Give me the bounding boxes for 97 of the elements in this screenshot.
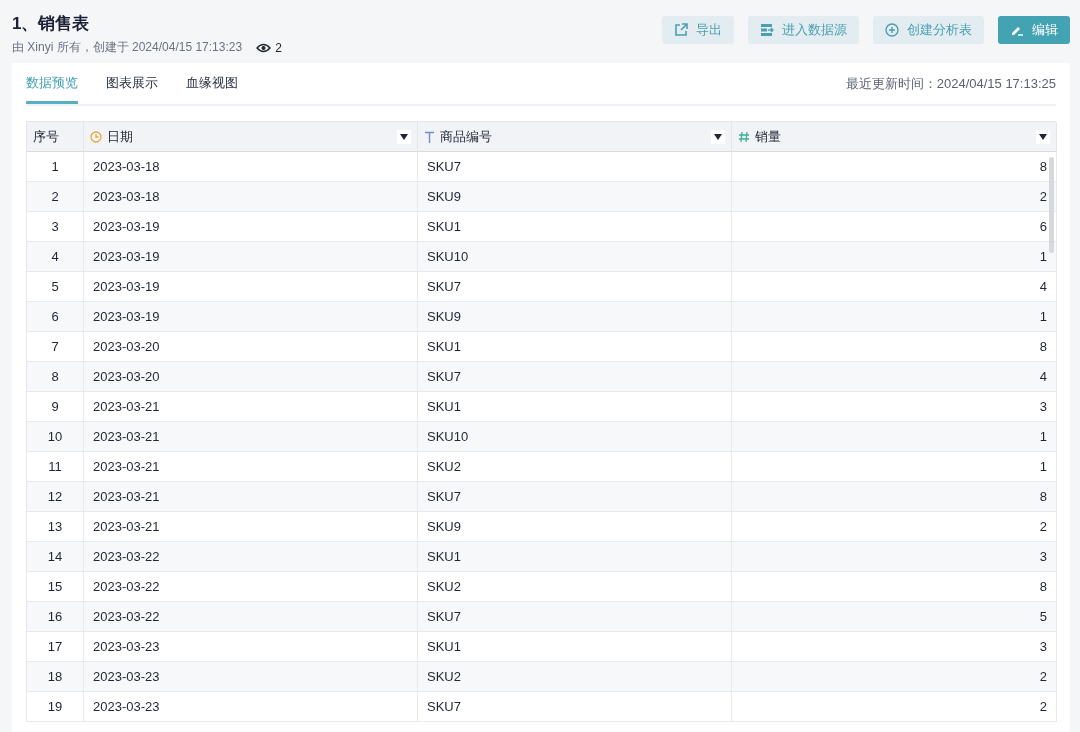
table-cell: 2023-03-18 bbox=[84, 152, 418, 182]
column-header[interactable]: 序号 bbox=[27, 122, 84, 152]
clock-icon bbox=[90, 130, 102, 143]
table-cell: 12 bbox=[27, 482, 84, 512]
table-cell: 2023-03-21 bbox=[84, 422, 418, 452]
last-updated: 最近更新时间：2024/04/15 17:13:25 bbox=[845, 74, 1056, 93]
table-cell: 2023-03-18 bbox=[84, 182, 418, 212]
table-cell: 2 bbox=[732, 512, 1057, 542]
table-cell: SKU10 bbox=[418, 422, 732, 452]
table-cell: 3 bbox=[732, 542, 1057, 572]
table-cell: 8 bbox=[732, 482, 1057, 512]
table-cell: SKU7 bbox=[418, 152, 732, 182]
table-cell: SKU1 bbox=[418, 542, 732, 572]
table-cell: 2023-03-21 bbox=[84, 512, 418, 542]
table-cell: 2023-03-21 bbox=[84, 482, 418, 512]
table-cell: 3 bbox=[732, 632, 1057, 662]
table-cell: 2 bbox=[732, 182, 1057, 212]
table-cell: SKU9 bbox=[418, 302, 732, 332]
dropdown-caret-icon[interactable] bbox=[1039, 133, 1047, 140]
table-cell: 16 bbox=[27, 602, 84, 632]
view-count: 2 bbox=[275, 40, 282, 55]
table-cell: 2023-03-19 bbox=[84, 272, 418, 302]
table-cell: 2 bbox=[732, 692, 1057, 722]
table-cell: 18 bbox=[27, 662, 84, 692]
table-cell: 2023-03-21 bbox=[84, 392, 418, 422]
table-cell: 2 bbox=[27, 182, 84, 212]
table-cell: 6 bbox=[732, 212, 1057, 242]
table-cell: SKU1 bbox=[418, 632, 732, 662]
tab[interactable]: 血缘视图 bbox=[186, 63, 238, 104]
export-icon bbox=[674, 23, 688, 37]
page-title: 1、销售表 bbox=[12, 13, 91, 35]
tab[interactable]: 图表展示 bbox=[106, 63, 158, 104]
table-cell: 2023-03-20 bbox=[84, 362, 418, 392]
table-cell: 8 bbox=[732, 152, 1057, 182]
column-header[interactable]: 日期 bbox=[84, 122, 418, 152]
table-cell: 8 bbox=[732, 332, 1057, 362]
table-cell: 9 bbox=[27, 392, 84, 422]
table-cell: 2023-03-23 bbox=[84, 692, 418, 722]
table-cell: 19 bbox=[27, 692, 84, 722]
table-cell: 7 bbox=[27, 332, 84, 362]
table-cell: SKU1 bbox=[418, 332, 732, 362]
table-cell: 10 bbox=[27, 422, 84, 452]
table-cell: 8 bbox=[27, 362, 84, 392]
table-cell: SKU7 bbox=[418, 272, 732, 302]
table-cell: 5 bbox=[27, 272, 84, 302]
scrollbar[interactable] bbox=[1049, 157, 1054, 253]
table-cell: 2023-03-19 bbox=[84, 302, 418, 332]
table-cell: 1 bbox=[27, 152, 84, 182]
table-cell: SKU2 bbox=[418, 572, 732, 602]
table-cell: 3 bbox=[732, 392, 1057, 422]
table-cell: SKU7 bbox=[418, 692, 732, 722]
table-cell: 1 bbox=[732, 452, 1057, 482]
table-cell: 13 bbox=[27, 512, 84, 542]
table-cell: 2023-03-23 bbox=[84, 632, 418, 662]
table-cell: SKU7 bbox=[418, 362, 732, 392]
table-cell: 1 bbox=[732, 242, 1057, 272]
table-cell: 15 bbox=[27, 572, 84, 602]
dropdown-caret-icon[interactable] bbox=[714, 133, 722, 140]
text-type-icon bbox=[424, 130, 435, 143]
table-cell: SKU1 bbox=[418, 212, 732, 242]
table-cell: SKU7 bbox=[418, 482, 732, 512]
table-cell: 1 bbox=[732, 302, 1057, 332]
table-cell: 14 bbox=[27, 542, 84, 572]
table-cell: SKU9 bbox=[418, 182, 732, 212]
table-cell: SKU2 bbox=[418, 662, 732, 692]
table-cell: 2023-03-19 bbox=[84, 212, 418, 242]
table-cell: 5 bbox=[732, 602, 1057, 632]
eye-icon bbox=[256, 42, 272, 53]
table-cell: 4 bbox=[732, 362, 1057, 392]
database-icon bbox=[760, 23, 774, 37]
table-cell: 6 bbox=[27, 302, 84, 332]
table-cell: 17 bbox=[27, 632, 84, 662]
table-cell: SKU1 bbox=[418, 392, 732, 422]
table-cell: 3 bbox=[27, 212, 84, 242]
table-cell: SKU7 bbox=[418, 602, 732, 632]
table-cell: SKU2 bbox=[418, 452, 732, 482]
table-cell: 1 bbox=[732, 422, 1057, 452]
table-cell: 2023-03-21 bbox=[84, 452, 418, 482]
table-cell: 4 bbox=[732, 272, 1057, 302]
table-cell: SKU10 bbox=[418, 242, 732, 272]
table-cell: 2023-03-23 bbox=[84, 662, 418, 692]
table-cell: 2023-03-20 bbox=[84, 332, 418, 362]
table-cell: 2023-03-22 bbox=[84, 602, 418, 632]
table-cell: 11 bbox=[27, 452, 84, 482]
table-cell: 4 bbox=[27, 242, 84, 272]
table-cell: SKU9 bbox=[418, 512, 732, 542]
table-cell: 2 bbox=[732, 662, 1057, 692]
table-cell: 2023-03-22 bbox=[84, 572, 418, 602]
hash-icon bbox=[738, 130, 750, 143]
table-cell: 2023-03-22 bbox=[84, 542, 418, 572]
column-header[interactable]: 销量 bbox=[732, 122, 1057, 152]
column-header[interactable]: 商品编号 bbox=[418, 122, 732, 152]
table-cell: 8 bbox=[732, 572, 1057, 602]
owner-info: 由 Xinyi 所有，创建于 2024/04/15 17:13:23 bbox=[12, 39, 243, 56]
plus-circle-icon bbox=[885, 23, 899, 37]
dropdown-caret-icon[interactable] bbox=[400, 133, 408, 140]
table-cell: 2023-03-19 bbox=[84, 242, 418, 272]
